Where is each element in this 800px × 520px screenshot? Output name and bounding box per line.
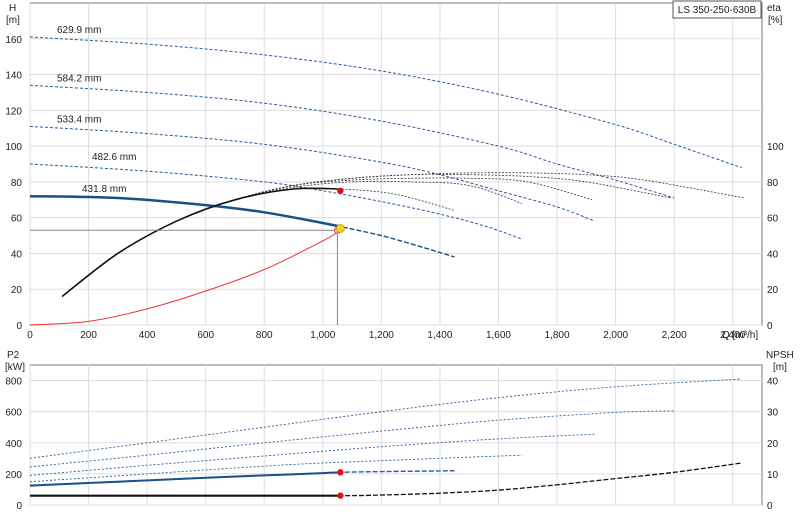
y-left-label-line1: H: [9, 3, 16, 14]
head-plot-area: [29, 2, 763, 326]
x-tick-label: 800: [256, 330, 273, 341]
p2-label-line2: [kW]: [5, 362, 25, 373]
p2-tick-label: 400: [5, 439, 22, 450]
head-curve-label: 431.8 mm: [82, 184, 126, 195]
p2-tick-label: 600: [5, 408, 22, 419]
x-tick-label: 1,600: [486, 330, 511, 341]
x-tick-label: 600: [197, 330, 214, 341]
efficiency-marker: [337, 187, 344, 195]
y-right-tick-label: 80: [767, 178, 779, 189]
pump-title: LS 350-250-630B: [678, 5, 757, 16]
y-left-tick-label: 20: [11, 285, 23, 296]
x-tick-label: 1,200: [369, 330, 394, 341]
npsh-tick-label: 40: [767, 377, 779, 388]
p2-tick-label: 0: [16, 501, 22, 512]
x-tick-label: 200: [80, 330, 97, 341]
x-tick-label: 1,800: [545, 330, 570, 341]
y-left-tick-label: 120: [5, 106, 22, 117]
pump-performance-chart: 0 200 400 600 800 1,000 1,200 1,400 1,600 1,800 2,…: [5, 0, 794, 512]
npsh-tick-label: 0: [767, 501, 773, 512]
npsh-tick-label: 10: [767, 470, 779, 481]
y-right-tick-label: 100: [767, 142, 784, 153]
y-left-tick-label: 80: [11, 178, 23, 189]
power-marker: [337, 492, 344, 499]
y-left-tick-label: 160: [5, 35, 22, 46]
y-right-tick-label: 20: [767, 285, 779, 296]
y-left-tick-label: 60: [11, 214, 23, 225]
power-marker: [337, 469, 344, 476]
x-tick-label: 1,000: [310, 330, 335, 341]
head-curve-label: 584.2 mm: [57, 73, 101, 84]
power-plot-area: [29, 364, 763, 506]
npsh-label-line2: [m]: [773, 362, 787, 373]
p2-label-line1: P2: [7, 350, 20, 361]
x-tick-label: 0: [27, 330, 33, 341]
p2-tick-label: 200: [5, 470, 22, 481]
npsh-tick-label: 30: [767, 408, 779, 419]
y-left-label-line2: [m]: [6, 15, 20, 26]
x-tick-label: 400: [139, 330, 156, 341]
y-left-tick-label: 0: [16, 321, 22, 332]
head-curve-label: 533.4 mm: [57, 114, 101, 125]
y-left-tick-label: 140: [5, 71, 22, 82]
head-curve-label: 482.6 mm: [92, 152, 136, 163]
x-tick-label: 2,200: [662, 330, 687, 341]
y-right-tick-label: 60: [767, 214, 779, 225]
x-axis-label: Q [m³/h]: [722, 330, 758, 341]
x-tick-label: 1,400: [427, 330, 452, 341]
y-left-tick-label: 40: [11, 249, 23, 260]
y-right-label-line2: [%]: [768, 15, 783, 26]
y-right-label-line1: eta: [767, 3, 781, 14]
p2-tick-label: 800: [5, 377, 22, 388]
x-tick-label: 2,000: [603, 330, 628, 341]
y-right-tick-label: 0: [767, 321, 773, 332]
npsh-tick-label: 20: [767, 439, 779, 450]
y-left-tick-label: 100: [5, 142, 22, 153]
npsh-label-line1: NPSH: [766, 350, 794, 361]
duty-point-marker: [335, 223, 345, 233]
y-right-tick-label: 40: [767, 249, 779, 260]
head-curve-label: 629.9 mm: [57, 25, 101, 36]
